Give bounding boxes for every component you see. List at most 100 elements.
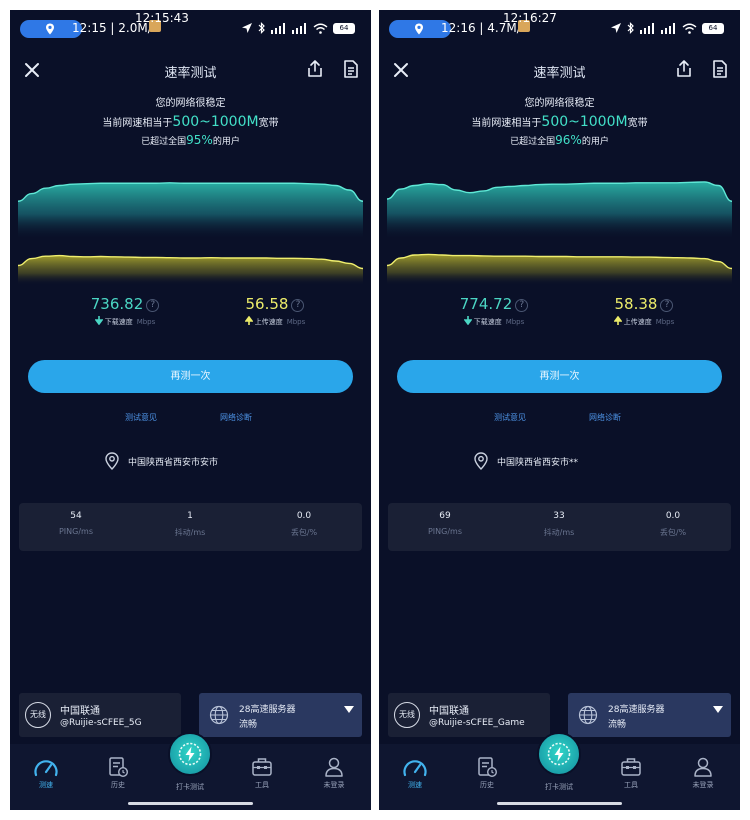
home-indicator[interactable] [128,802,253,805]
upload-label: 上传速度 [623,318,652,326]
ssid-text: @Ruijie-sCFEE_5G [60,718,142,728]
status-bar: 12:16 | 4.7M/s 12:16:27 64 [379,10,740,46]
home-indicator[interactable] [497,802,622,805]
diagnose-link[interactable]: 网络诊断 [589,412,621,423]
status-icons: 64 [610,20,724,36]
percentile-text: 已超过全国96%的用户 [510,133,609,147]
upload-unit: Mbps [286,318,306,326]
server-name: 28高速服务器 [608,705,665,715]
phone-screen-1: 12:15 | 2.0M/s 12:15:43 64 速率测试 您的网络很稳定 … [10,10,371,810]
download-label: 下载速度 [473,318,502,326]
signal-2-icon [292,22,306,34]
history-icon [109,757,129,778]
upload-speed: 56.58? 上传速度 Mbps [200,294,350,327]
diagnose-link[interactable]: 网络诊断 [220,412,252,423]
jitter-stat: 33 抖动/ms [543,511,575,537]
globe-icon [578,705,598,725]
speed-summary: 您的网络很稳定 当前网速相当于500~1000M宽带 已超过全国95%的用户 [10,94,371,147]
download-area [18,182,363,240]
help-icon[interactable]: ? [146,299,160,312]
signal-1-icon [640,22,654,34]
nav-tools[interactable]: 工具 [242,756,282,790]
download-speed: 774.72? 下载速度 Mbps [419,294,569,327]
report-icon[interactable] [341,59,361,79]
navigation-arrow-icon [242,23,252,33]
connection-type-badge: 无线 [394,702,420,728]
bluetooth-icon [258,22,265,34]
connection-card[interactable]: 无线 中国联通 @Ruijie-sCFEE_Game [388,693,550,737]
wifi-icon [682,23,697,34]
speedometer-icon [403,760,427,777]
checkin-test-button[interactable] [168,732,212,776]
connection-type-badge: 无线 [25,702,51,728]
status-icons: 64 [241,20,355,36]
retest-button[interactable]: 再测一次 [397,360,722,393]
help-icon[interactable]: ? [660,299,674,312]
phone-screen-2: 12:16 | 4.7M/s 12:16:27 64 速率测试 您的网络很稳定 … [379,10,740,810]
checkin-test-button[interactable] [537,732,581,776]
feedback-link[interactable]: 测试意见 [125,412,157,423]
speedometer-icon [34,760,58,777]
chevron-down-icon [344,706,354,713]
bottom-nav: 测速 历史 打卡测试 工具 未登录 [379,732,740,810]
nav-history[interactable]: 历史 [467,756,507,790]
help-icon[interactable]: ? [291,299,305,312]
server-selector[interactable]: 28高速服务器 流畅 [199,693,362,737]
status-bar: 12:15 | 2.0M/s 12:15:43 64 [10,10,371,46]
nav-checkin-label: 打卡测试 [176,783,204,791]
speed-lightning-icon [547,742,571,766]
nav-speed-test[interactable]: 测速 [395,756,435,790]
user-icon [325,757,343,777]
download-unit: Mbps [136,318,156,326]
user-icon [694,757,712,777]
toolbox-icon [252,758,272,776]
globe-icon [209,705,229,725]
download-arrow-icon [463,316,472,325]
nav-checkin-label: 打卡测试 [545,783,573,791]
battery-icon: 64 [702,22,724,34]
connection-card[interactable]: 无线 中国联通 @Ruijie-sCFEE_5G [19,693,181,737]
speed-summary: 您的网络很稳定 当前网速相当于500~1000M宽带 已超过全国96%的用户 [379,94,740,147]
share-icon[interactable] [305,59,325,79]
stability-text: 您的网络很稳定 [524,98,595,109]
upload-label: 上传速度 [254,318,283,326]
speed-graph [18,182,363,285]
wifi-icon [313,23,328,34]
chevron-down-icon [713,706,723,713]
share-icon[interactable] [674,59,694,79]
signal-1-icon [271,22,285,34]
nav-login[interactable]: 未登录 [683,756,723,790]
server-selector[interactable]: 28高速服务器 流畅 [568,693,731,737]
signal-2-icon [661,22,675,34]
download-label: 下载速度 [104,318,133,326]
percentile-value: 96% [555,133,582,147]
header: 速率测试 [10,50,371,90]
percentile-text: 已超过全国95%的用户 [141,133,240,147]
upload-value: 56.58 [245,295,289,313]
history-icon [478,757,498,778]
upload-area [387,254,732,285]
nav-speed-test[interactable]: 测速 [26,756,66,790]
nav-tools[interactable]: 工具 [611,756,651,790]
stability-text: 您的网络很稳定 [155,98,226,109]
bluetooth-icon [627,22,634,34]
server-status: 流畅 [608,720,627,730]
retest-button[interactable]: 再测一次 [28,360,353,393]
jitter-stat: 1 抖动/ms [174,511,206,537]
download-value: 774.72 [459,295,513,313]
nav-history[interactable]: 历史 [98,756,138,790]
feedback-link[interactable]: 测试意见 [494,412,526,423]
upload-value: 58.38 [614,295,658,313]
help-icon[interactable]: ? [515,299,529,312]
report-icon[interactable] [710,59,730,79]
location-text: 中国陕西省西安市安市 [128,458,219,468]
stats-panel: 69 PING/ms 33 抖动/ms 0.0 丢包/% [388,503,731,551]
download-speed: 736.82? 下载速度 Mbps [50,294,200,327]
speed-lightning-icon [178,742,202,766]
location-pin-icon [415,23,423,35]
nav-login[interactable]: 未登录 [314,756,354,790]
overlay-clock: 12:16:27 [503,11,557,25]
bandwidth-text: 当前网速相当于500~1000M宽带 [471,114,648,130]
bandwidth-text: 当前网速相当于500~1000M宽带 [102,114,279,130]
download-arrow-icon [94,316,103,325]
